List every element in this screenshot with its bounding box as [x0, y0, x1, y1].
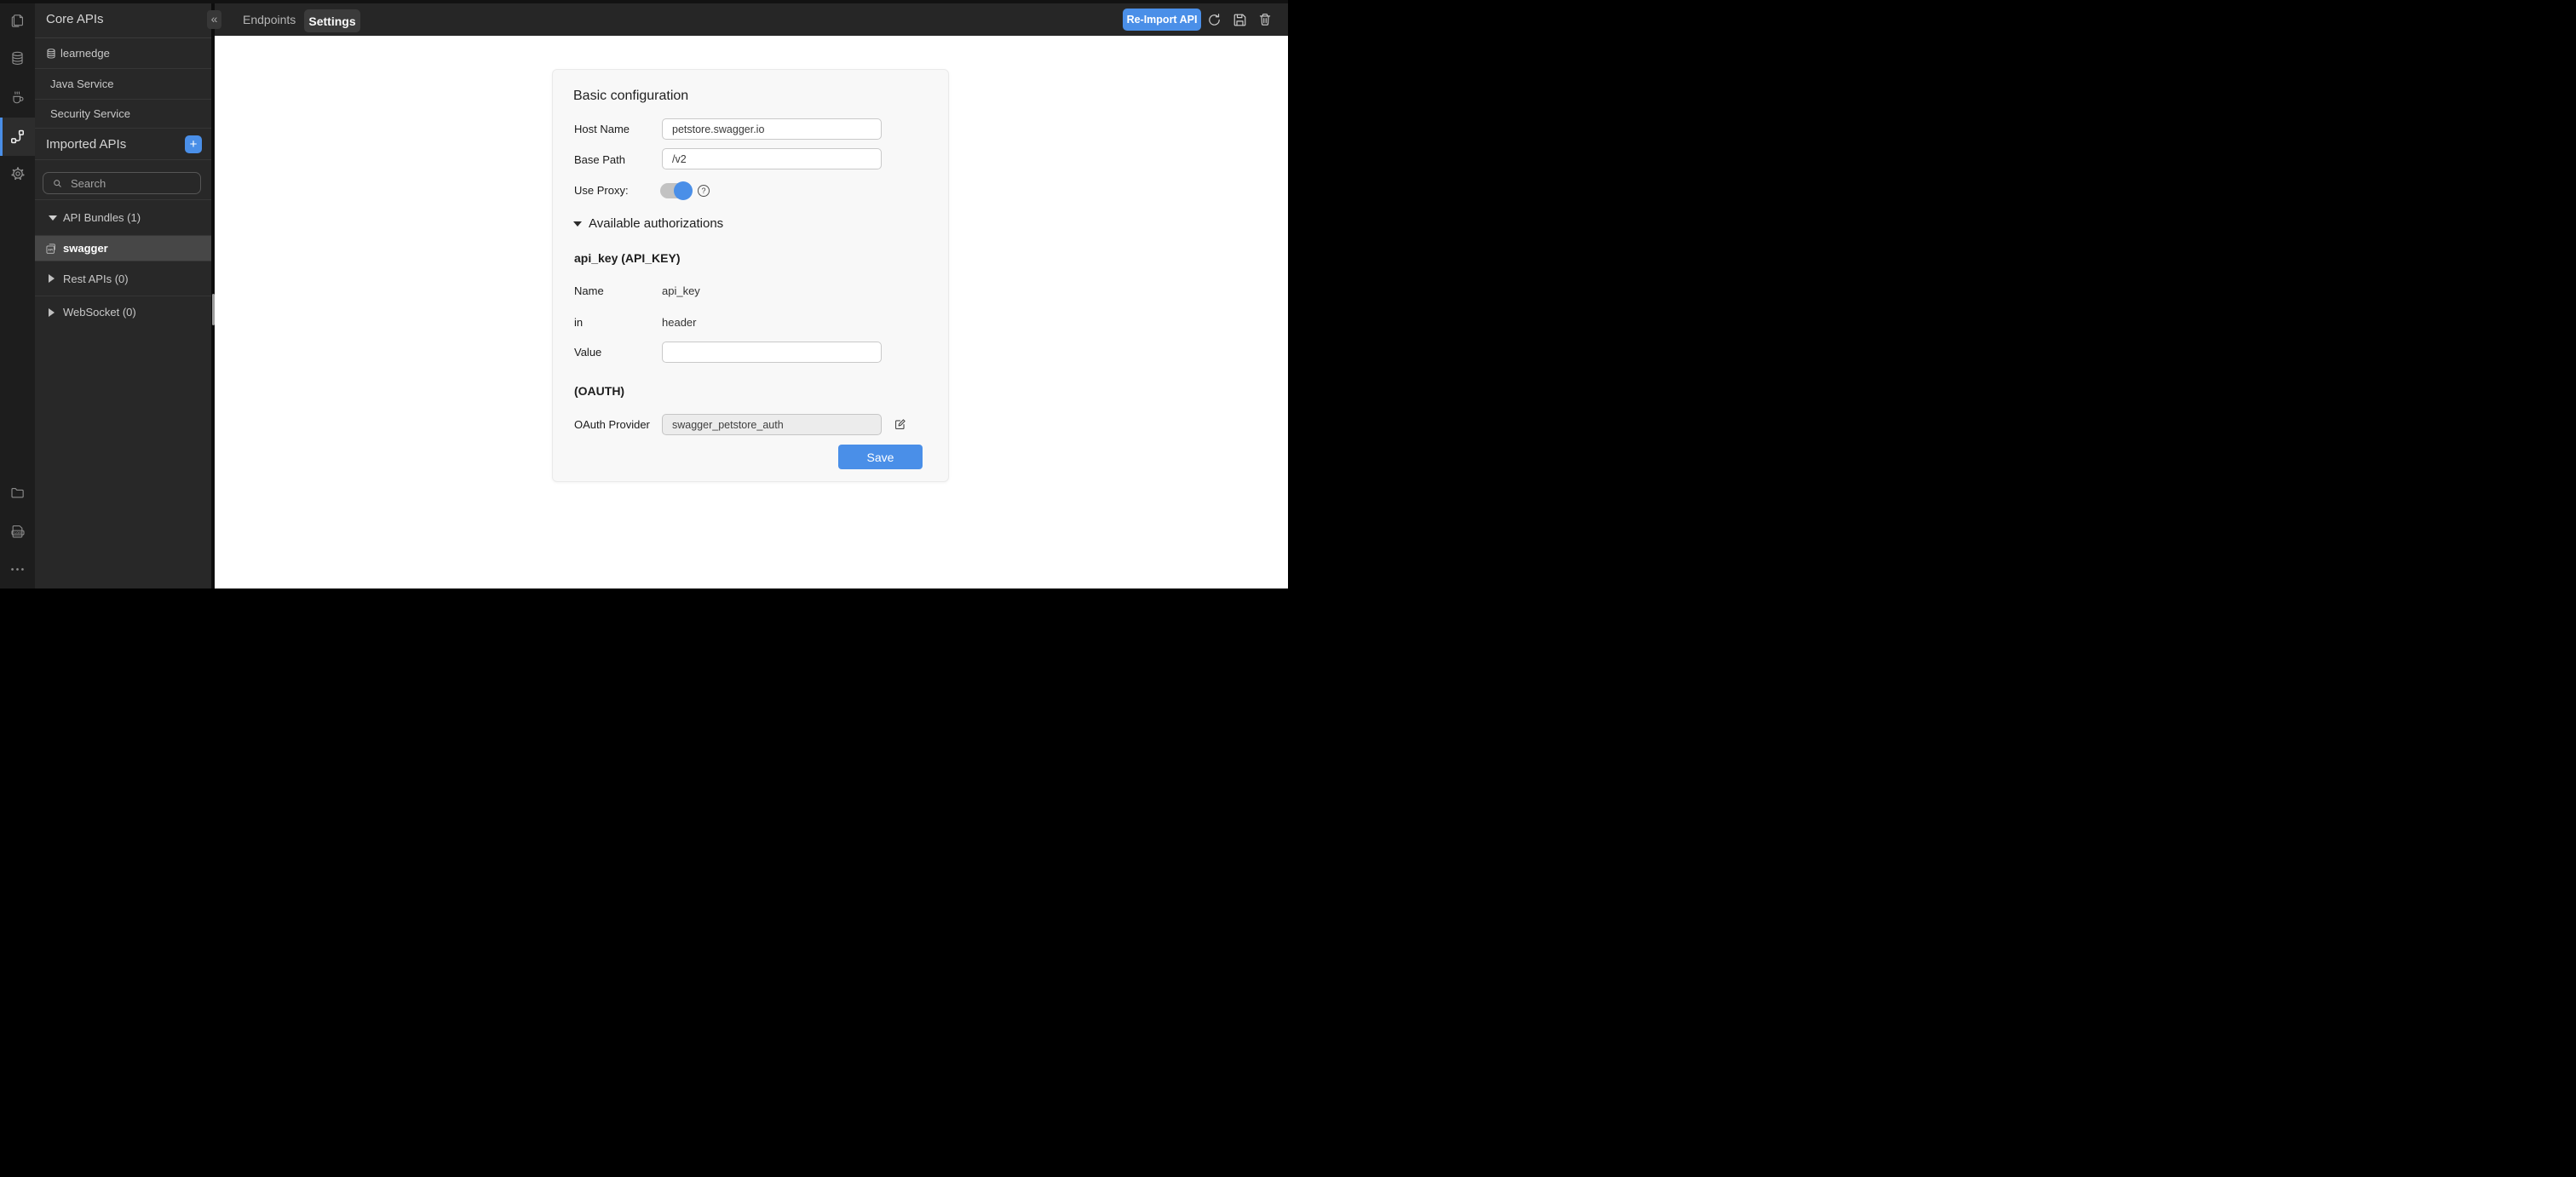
trash-icon[interactable]: [1256, 11, 1274, 28]
add-api-button[interactable]: +: [185, 135, 202, 153]
tree-item-label: API Bundles (1): [63, 211, 141, 224]
search-box: [43, 172, 201, 194]
gear-icon: [10, 167, 25, 181]
search-input[interactable]: [43, 173, 200, 193]
api-file-icon: API: [44, 242, 58, 255]
sidebar-item-label: Security Service: [50, 107, 130, 120]
in-label: in: [574, 316, 584, 329]
app-window: Endpoints Settings Re-Import API Basic c…: [0, 0, 1288, 588]
api-key-heading: api_key (API_KEY): [574, 251, 681, 265]
oauth-heading: (OAUTH): [574, 384, 625, 398]
tree-item-api-bundles[interactable]: API Bundles (1): [35, 200, 211, 236]
tab-endpoints[interactable]: Endpoints: [243, 3, 296, 36]
icon-rail: LOG: [0, 0, 35, 588]
rail-item-java[interactable]: [0, 80, 35, 114]
sidebar-item-security-service[interactable]: Security Service: [35, 100, 211, 129]
chevron-right-icon: [49, 307, 55, 317]
save-icon[interactable]: [1231, 11, 1248, 28]
oauth-provider-label: OAuth Provider: [574, 418, 650, 431]
base-path-input[interactable]: [662, 148, 882, 169]
value-label: Value: [574, 346, 602, 359]
chevron-right-icon: [49, 274, 55, 283]
window-top-edge: [0, 0, 1288, 3]
name-label: Name: [574, 284, 604, 297]
folder-icon: [11, 487, 24, 498]
rail-item-database[interactable]: [0, 41, 35, 75]
rail-item-documents[interactable]: [0, 3, 35, 37]
api-flow-icon: [11, 129, 24, 144]
help-glyph: ?: [701, 187, 706, 195]
save-button[interactable]: Save: [838, 445, 923, 469]
collapse-sidebar-button[interactable]: «: [207, 10, 221, 29]
sidebar-title: Core APIs: [35, 0, 211, 38]
search-section: [35, 160, 211, 200]
sidebar-item-label: learnedge: [60, 47, 110, 60]
settings-card: Basic configuration Host Name Base Path …: [552, 69, 949, 482]
main-content: Basic configuration Host Name Base Path …: [215, 36, 1288, 588]
more-dots-icon: [11, 567, 24, 571]
rail-item-more[interactable]: [0, 552, 35, 586]
basic-configuration-heading: Basic configuration: [573, 89, 689, 103]
coffee-cup-icon: [13, 90, 24, 103]
host-name-input[interactable]: [662, 118, 882, 140]
name-value: api_key: [662, 284, 700, 297]
help-icon[interactable]: ?: [698, 185, 710, 197]
tree-item-websocket[interactable]: WebSocket (0): [35, 296, 211, 328]
refresh-icon[interactable]: [1205, 11, 1222, 28]
reimport-api-button[interactable]: Re-Import API: [1123, 9, 1201, 31]
tree-item-label: swagger: [63, 242, 108, 255]
chevron-down-icon: [573, 221, 582, 227]
sidebar-item-java-service[interactable]: Java Service: [35, 69, 211, 100]
base-path-label: Base Path: [574, 153, 625, 166]
rail-item-apis[interactable]: [0, 118, 35, 156]
imported-apis-label: Imported APIs: [46, 136, 127, 152]
tree-item-swagger[interactable]: API swagger: [35, 236, 211, 261]
imported-apis-header: Imported APIs +: [35, 129, 211, 160]
sidebar: Core APIs learnedge Java Service Securit…: [35, 0, 211, 588]
tree-item-label: WebSocket (0): [63, 306, 136, 319]
toggle-knob: [674, 181, 693, 200]
svg-text:API: API: [48, 248, 53, 251]
rail-item-files[interactable]: [0, 475, 35, 509]
oauth-provider-input: [662, 414, 882, 435]
sidebar-item-label: Java Service: [50, 78, 114, 90]
svg-text:LOG: LOG: [14, 531, 20, 535]
edit-icon: [894, 418, 906, 429]
use-proxy-label: Use Proxy:: [574, 184, 629, 197]
api-key-value-input[interactable]: [662, 342, 882, 363]
sidebar-item-learnedge[interactable]: learnedge: [35, 38, 211, 69]
in-value: header: [662, 316, 697, 329]
database-icon: [45, 48, 57, 60]
documents-icon: [11, 14, 23, 27]
host-name-label: Host Name: [574, 123, 630, 135]
use-proxy-toggle[interactable]: [660, 181, 693, 200]
log-file-icon: LOG: [10, 525, 25, 538]
available-authorizations-section[interactable]: Available authorizations: [573, 216, 723, 231]
tab-settings[interactable]: Settings: [304, 9, 360, 32]
sidebar-scrollbar[interactable]: [211, 294, 215, 325]
available-authorizations-title: Available authorizations: [589, 216, 724, 231]
tree-item-rest-apis[interactable]: Rest APIs (0): [35, 261, 211, 296]
chevron-down-icon: [49, 215, 57, 221]
database-icon: [12, 51, 23, 65]
rail-item-logs[interactable]: LOG: [0, 514, 35, 548]
rail-item-settings[interactable]: [0, 157, 35, 191]
edit-provider-button[interactable]: [892, 416, 907, 432]
tree-item-label: Rest APIs (0): [63, 272, 129, 285]
